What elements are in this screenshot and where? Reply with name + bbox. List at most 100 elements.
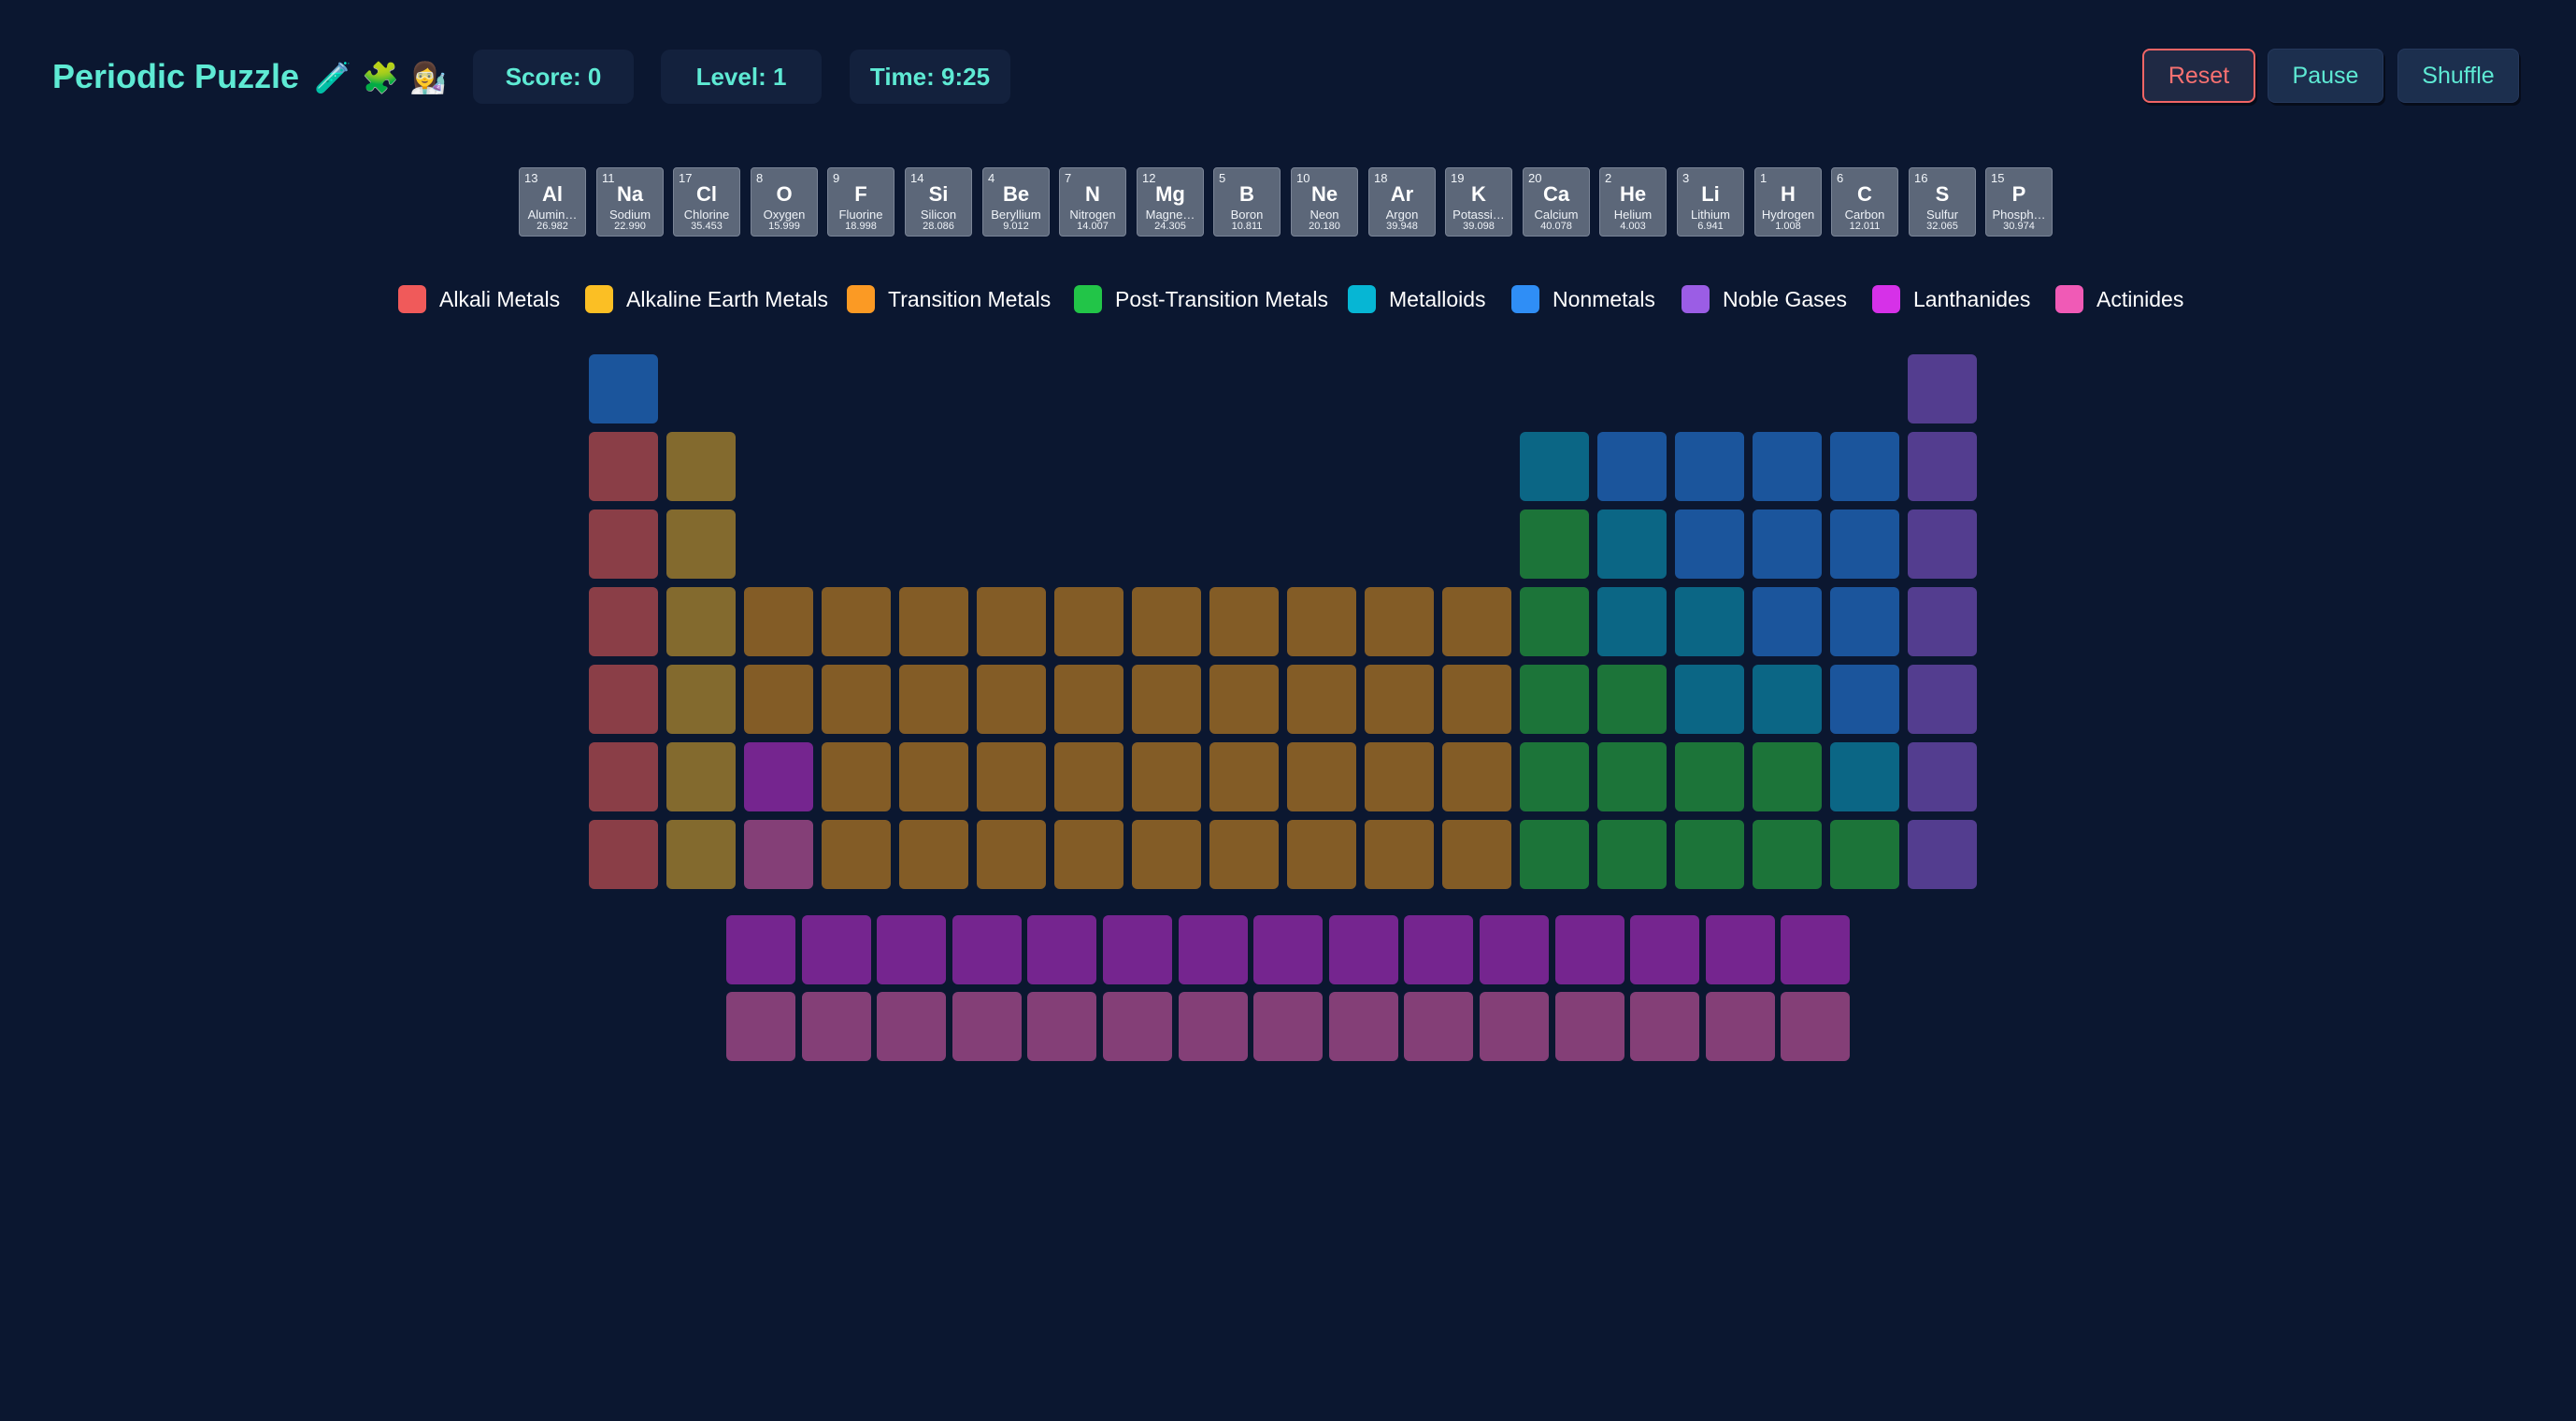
element-tile-p[interactable]: 15 P Phosph… 30.974: [1985, 167, 2053, 237]
board-slot-nonmetal[interactable]: [1830, 665, 1899, 734]
board-slot-lanthanide[interactable]: [1555, 915, 1624, 984]
board-slot-lanthanide[interactable]: [1404, 915, 1473, 984]
board-slot-transition[interactable]: [1365, 587, 1434, 656]
board-slot-metalloid[interactable]: [1675, 587, 1744, 656]
board-slot-transition[interactable]: [899, 742, 968, 811]
board-slot-alkali[interactable]: [589, 665, 658, 734]
board-slot-transition[interactable]: [1054, 820, 1123, 889]
board-slot-transition[interactable]: [1054, 742, 1123, 811]
board-slot-transition[interactable]: [822, 665, 891, 734]
board-slot-transition[interactable]: [744, 587, 813, 656]
board-slot-transition[interactable]: [1442, 820, 1511, 889]
board-slot-transition[interactable]: [744, 665, 813, 734]
board-slot-alkaline[interactable]: [666, 510, 736, 579]
board-slot-alkali[interactable]: [589, 820, 658, 889]
board-slot-lanthanide[interactable]: [1706, 915, 1775, 984]
board-slot-lanthanide[interactable]: [1630, 915, 1699, 984]
board-slot-post[interactable]: [1520, 742, 1589, 811]
board-slot-transition[interactable]: [1132, 587, 1201, 656]
board-slot-metalloid[interactable]: [1597, 510, 1667, 579]
board-slot-actinide[interactable]: [1103, 992, 1172, 1061]
board-slot-transition[interactable]: [822, 742, 891, 811]
board-slot-transition[interactable]: [1054, 587, 1123, 656]
board-slot-actinide[interactable]: [1555, 992, 1624, 1061]
element-tile-h[interactable]: 1 H Hydrogen 1.008: [1754, 167, 1822, 237]
board-slot-transition[interactable]: [1209, 665, 1279, 734]
board-slot-transition[interactable]: [1442, 587, 1511, 656]
board-slot-nonmetal[interactable]: [1753, 510, 1822, 579]
board-slot-noble[interactable]: [1908, 820, 1977, 889]
board-slot-lanthanide[interactable]: [802, 915, 871, 984]
element-tile-li[interactable]: 3 Li Lithium 6.941: [1677, 167, 1744, 237]
board-slot-lanthanide[interactable]: [1781, 915, 1850, 984]
board-slot-transition[interactable]: [1132, 742, 1201, 811]
board-slot-post[interactable]: [1520, 587, 1589, 656]
element-tile-ne[interactable]: 10 Ne Neon 20.180: [1291, 167, 1358, 237]
board-slot-post[interactable]: [1753, 820, 1822, 889]
board-slot-actinide[interactable]: [1630, 992, 1699, 1061]
board-slot-alkaline[interactable]: [666, 742, 736, 811]
board-slot-nonmetal[interactable]: [1830, 587, 1899, 656]
board-slot-noble[interactable]: [1908, 354, 1977, 423]
board-slot-noble[interactable]: [1908, 432, 1977, 501]
board-slot-actinide[interactable]: [1179, 992, 1248, 1061]
board-slot-nonmetal[interactable]: [1753, 432, 1822, 501]
board-slot-transition[interactable]: [1054, 665, 1123, 734]
board-slot-transition[interactable]: [899, 820, 968, 889]
board-slot-actinide[interactable]: [726, 992, 795, 1061]
board-slot-actinide[interactable]: [877, 992, 946, 1061]
board-slot-metalloid[interactable]: [1597, 587, 1667, 656]
board-slot-alkali[interactable]: [589, 432, 658, 501]
board-slot-actinide[interactable]: [744, 820, 813, 889]
board-slot-metalloid[interactable]: [1520, 432, 1589, 501]
board-slot-alkali[interactable]: [589, 510, 658, 579]
board-slot-post[interactable]: [1520, 665, 1589, 734]
element-tile-ca[interactable]: 20 Ca Calcium 40.078: [1523, 167, 1590, 237]
board-slot-transition[interactable]: [977, 820, 1046, 889]
board-slot-transition[interactable]: [822, 820, 891, 889]
board-slot-nonmetal[interactable]: [1753, 587, 1822, 656]
board-slot-transition[interactable]: [977, 665, 1046, 734]
board-slot-metalloid[interactable]: [1675, 665, 1744, 734]
board-slot-lanthanide[interactable]: [877, 915, 946, 984]
element-tile-cl[interactable]: 17 Cl Chlorine 35.453: [673, 167, 740, 237]
board-slot-transition[interactable]: [1287, 587, 1356, 656]
board-slot-lanthanide[interactable]: [1253, 915, 1323, 984]
board-slot-transition[interactable]: [1209, 742, 1279, 811]
board-slot-transition[interactable]: [1209, 587, 1279, 656]
board-slot-actinide[interactable]: [1329, 992, 1398, 1061]
board-slot-nonmetal[interactable]: [589, 354, 658, 423]
element-tile-al[interactable]: 13 Al Alumin… 26.982: [519, 167, 586, 237]
board-slot-transition[interactable]: [977, 587, 1046, 656]
board-slot-alkaline[interactable]: [666, 587, 736, 656]
board-slot-alkaline[interactable]: [666, 820, 736, 889]
board-slot-transition[interactable]: [1287, 665, 1356, 734]
board-slot-post[interactable]: [1675, 742, 1744, 811]
board-slot-lanthanide[interactable]: [744, 742, 813, 811]
element-tile-b[interactable]: 5 B Boron 10.811: [1213, 167, 1281, 237]
board-slot-lanthanide[interactable]: [1329, 915, 1398, 984]
board-slot-actinide[interactable]: [952, 992, 1022, 1061]
board-slot-lanthanide[interactable]: [1103, 915, 1172, 984]
board-slot-post[interactable]: [1830, 820, 1899, 889]
board-slot-alkaline[interactable]: [666, 665, 736, 734]
board-slot-post[interactable]: [1520, 510, 1589, 579]
board-slot-nonmetal[interactable]: [1830, 510, 1899, 579]
board-slot-alkali[interactable]: [589, 587, 658, 656]
board-slot-actinide[interactable]: [1706, 992, 1775, 1061]
element-tile-f[interactable]: 9 F Fluorine 18.998: [827, 167, 894, 237]
board-slot-alkaline[interactable]: [666, 432, 736, 501]
board-slot-lanthanide[interactable]: [952, 915, 1022, 984]
board-slot-transition[interactable]: [1442, 665, 1511, 734]
board-slot-transition[interactable]: [1209, 820, 1279, 889]
board-slot-metalloid[interactable]: [1753, 665, 1822, 734]
element-tile-si[interactable]: 14 Si Silicon 28.086: [905, 167, 972, 237]
board-slot-lanthanide[interactable]: [1480, 915, 1549, 984]
board-slot-noble[interactable]: [1908, 587, 1977, 656]
board-slot-transition[interactable]: [1365, 742, 1434, 811]
board-slot-post[interactable]: [1597, 742, 1667, 811]
board-slot-transition[interactable]: [1132, 820, 1201, 889]
board-slot-transition[interactable]: [1365, 665, 1434, 734]
element-tile-o[interactable]: 8 O Oxygen 15.999: [751, 167, 818, 237]
board-slot-actinide[interactable]: [1404, 992, 1473, 1061]
